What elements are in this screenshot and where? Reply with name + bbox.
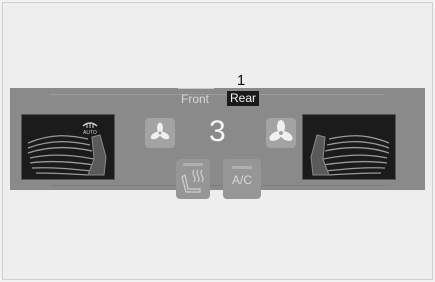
svg-text:AUTO: AUTO (83, 130, 97, 135)
climate-control-panel: Front Rear AUTO 3 A/C (10, 88, 425, 199)
fan-speed-level: 3 (209, 115, 226, 148)
auto-defrost-icon: AUTO (82, 122, 98, 135)
seat-heater-button[interactable] (176, 159, 210, 199)
ac-button[interactable]: A/C (223, 159, 261, 199)
seat-airflow-left[interactable]: AUTO (21, 114, 115, 180)
fan-decrease-button[interactable] (145, 118, 175, 148)
fan-increase-button[interactable] (266, 118, 296, 148)
fan-high-icon (269, 120, 293, 141)
seat-heater-icon (181, 163, 204, 193)
seat-airflow-icon (27, 134, 107, 176)
tab-rear[interactable]: Rear (227, 91, 260, 106)
tab-front[interactable]: Front (181, 92, 209, 106)
front-tab-indicator (178, 88, 214, 89)
fan-low-icon (150, 122, 170, 140)
ac-indicator-bar (232, 166, 252, 169)
ac-button-label: A/C (231, 173, 252, 187)
seat-airflow-icon (310, 134, 390, 176)
seat-airflow-right[interactable] (302, 114, 396, 180)
